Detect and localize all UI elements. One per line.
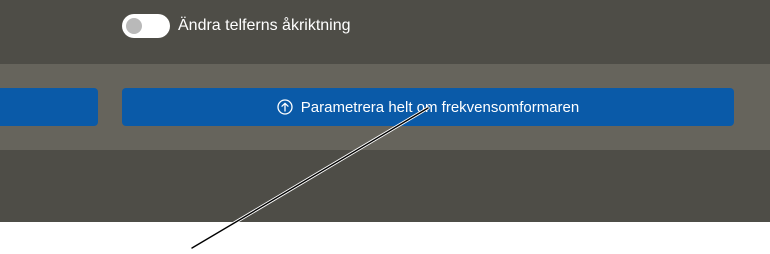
button-band: Parametrera helt om frekvensomformaren	[0, 64, 770, 150]
reparameterize-button[interactable]: Parametrera helt om frekvensomformaren	[122, 88, 734, 126]
arrow-up-circle-icon	[277, 99, 293, 115]
direction-toggle-label: Ändra telferns åkriktning	[178, 17, 351, 34]
screen: Ändra telferns åkriktning Parametrera he…	[0, 0, 770, 254]
toggle-knob	[126, 18, 142, 34]
reparameterize-label: Parametrera helt om frekvensomformaren	[300, 98, 580, 116]
previous-action-button[interactable]	[0, 88, 98, 126]
app-panel: Ändra telferns åkriktning Parametrera he…	[0, 0, 770, 222]
direction-toggle-row: Ändra telferns åkriktning	[122, 14, 351, 38]
direction-toggle-switch[interactable]	[122, 14, 170, 38]
